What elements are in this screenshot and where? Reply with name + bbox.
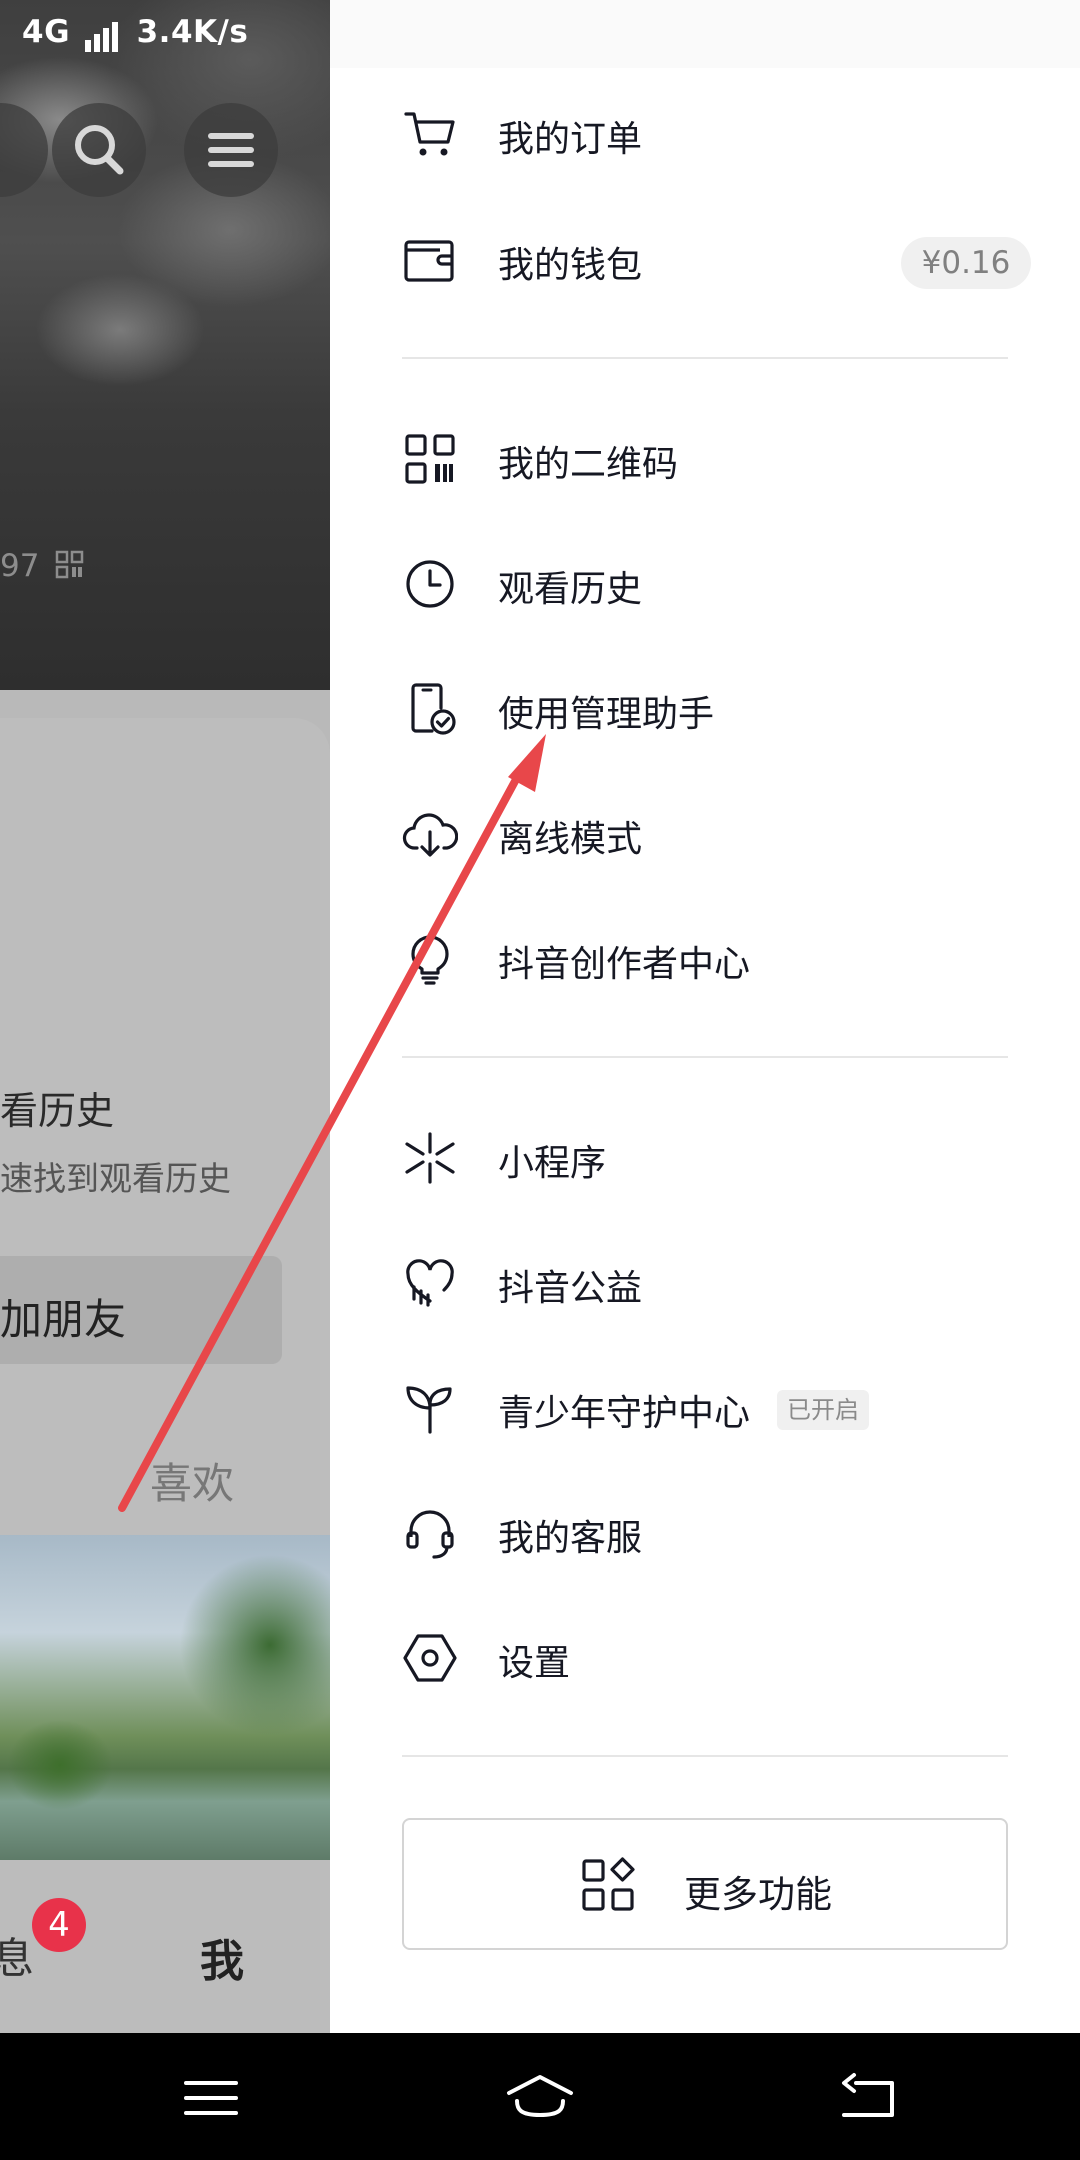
add-friend-label: 加朋友 [0, 1295, 127, 1344]
status-bar: 4G 3.4K/s [22, 14, 248, 52]
more-features-label: 更多功能 [684, 1873, 832, 1916]
menu-item-orders[interactable]: 我的订单 [330, 78, 1080, 188]
messages-badge: 4 [32, 1898, 86, 1952]
likes-tab[interactable]: 喜欢 [150, 1450, 234, 1511]
menu-item-label: 观看历史 [498, 569, 643, 610]
menu-item-qrcode[interactable]: 我的二维码 [330, 403, 1080, 513]
profile-cover-image [0, 0, 330, 690]
menu-item-label: 我的钱包 [498, 245, 643, 286]
divider [402, 357, 1008, 359]
settings-hex-icon [402, 1630, 458, 1686]
home-icon [507, 2075, 573, 2118]
menu-item-label: 小程序 [498, 1143, 607, 1184]
qrcode-icon [402, 431, 458, 487]
headset-icon [402, 1505, 458, 1561]
menu-item-charity[interactable]: 抖音公益 [330, 1227, 1080, 1337]
search-icon [75, 125, 124, 175]
wallet-balance-badge: ¥0.16 [901, 237, 1031, 289]
drawer-status-strip [330, 0, 1080, 68]
signal-icon [85, 16, 121, 52]
side-drawer: 我的订单 我的钱包 ¥0.16 我的二维码 观看历史 使用管理助手 离线模式 抖… [330, 0, 1080, 2033]
video-thumbnail[interactable] [0, 1535, 330, 1860]
clock-icon [402, 556, 458, 612]
menu-button[interactable] [184, 103, 278, 197]
small-qrcode-icon [56, 550, 84, 579]
more-features-button[interactable]: 更多功能 [402, 1818, 1008, 1950]
back-button[interactable] [834, 2063, 904, 2133]
menu-item-label: 我的二维码 [498, 444, 679, 485]
menu-item-youth-protection[interactable]: 青少年守护中心 已开启 [330, 1352, 1080, 1462]
lightbulb-icon [402, 931, 458, 987]
nav-messages[interactable]: 息 [0, 1925, 34, 1986]
menu-item-label: 离线模式 [498, 819, 643, 860]
heart-hand-icon [402, 1255, 458, 1311]
menu-item-offline[interactable]: 离线模式 [330, 778, 1080, 888]
mini-program-icon [402, 1130, 458, 1186]
menu-item-label: 我的客服 [498, 1518, 643, 1559]
history-card-subtitle: 速找到观看历史 [0, 1159, 231, 1198]
menu-item-label: 我的订单 [498, 119, 643, 160]
cart-icon [402, 106, 458, 162]
sprout-icon [402, 1380, 458, 1436]
status-tag: 已开启 [777, 1390, 869, 1430]
nav-me[interactable]: 我 [200, 1925, 244, 1989]
network-speed: 3.4K/s [136, 14, 249, 50]
background-profile-page: 4G 3.4K/s 97 看历史 速找到观看历史 加朋友 喜欢 息 4 我 [0, 0, 330, 2033]
phone-check-icon [402, 681, 458, 737]
menu-item-history[interactable]: 观看历史 [330, 528, 1080, 638]
menu-lines-icon [184, 2081, 238, 2115]
divider [402, 1755, 1008, 1757]
hamburger-icon [208, 133, 254, 167]
network-type: 4G [22, 14, 71, 50]
recent-apps-button[interactable] [176, 2063, 246, 2133]
cloud-download-icon [402, 806, 458, 862]
menu-item-label: 青少年守护中心 [498, 1393, 751, 1434]
system-nav-bar [0, 2033, 1080, 2160]
menu-item-label: 抖音公益 [498, 1268, 643, 1309]
search-button[interactable] [52, 103, 146, 197]
menu-item-wallet[interactable]: 我的钱包 ¥0.16 [330, 204, 1080, 314]
menu-item-label: 使用管理助手 [498, 694, 715, 735]
menu-item-label: 抖音创作者中心 [498, 944, 751, 985]
home-button[interactable] [505, 2063, 575, 2133]
menu-item-customer-service[interactable]: 我的客服 [330, 1477, 1080, 1587]
menu-item-creator-center[interactable]: 抖音创作者中心 [330, 903, 1080, 1013]
menu-item-usage-manager[interactable]: 使用管理助手 [330, 653, 1080, 763]
menu-item-mini-programs[interactable]: 小程序 [330, 1102, 1080, 1212]
history-card-title: 看历史 [0, 1089, 115, 1133]
add-friend-button[interactable]: 加朋友 [0, 1256, 282, 1364]
user-id-fragment: 97 [0, 548, 85, 584]
back-icon [842, 2073, 894, 2117]
menu-item-settings[interactable]: 设置 [330, 1602, 1080, 1712]
apps-grid-icon [580, 1857, 636, 1913]
wallet-icon [402, 232, 458, 288]
divider [402, 1056, 1008, 1058]
menu-item-label: 设置 [498, 1643, 571, 1684]
